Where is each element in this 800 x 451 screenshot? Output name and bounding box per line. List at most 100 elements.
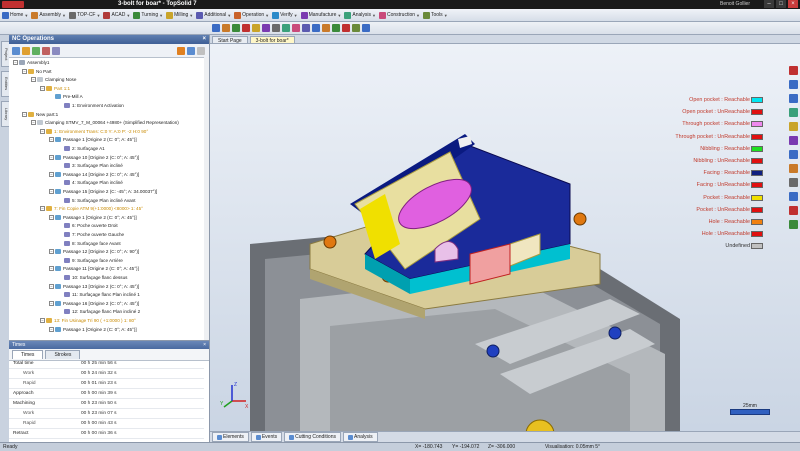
bottom-tab-analysis[interactable]: Analysis (343, 432, 378, 442)
expand-icon[interactable]: − (31, 77, 36, 83)
times-tab-strokes[interactable]: Strokes (45, 350, 81, 359)
menu-milling[interactable]: Milling ▼ (166, 11, 193, 19)
tree-item[interactable]: − Clamping Nose (31, 76, 76, 83)
tree-item[interactable]: 11: Surfaçage flanc Plan incliné 1 (58, 291, 140, 298)
tool-icon[interactable] (22, 46, 30, 55)
expand-icon[interactable]: − (49, 283, 54, 289)
expand-icon[interactable]: − (49, 214, 54, 220)
tree-item[interactable]: − 7: Fin Copie ATM 9(+1:0000) <8000> 1: 4… (40, 205, 143, 212)
expand-icon[interactable]: − (49, 171, 54, 177)
expand-icon[interactable]: − (40, 85, 45, 91)
expand-icon[interactable]: − (49, 154, 54, 160)
highlight-icon[interactable] (177, 46, 185, 55)
close-button[interactable]: × (788, 0, 798, 8)
menu-home[interactable]: Home ▼ (2, 11, 28, 19)
toolbar-icon-5[interactable] (252, 24, 260, 32)
settings-icon[interactable] (187, 46, 195, 55)
toolbar-icon-13[interactable] (332, 24, 340, 32)
menu-manufacture[interactable]: Manufacture ▼ (300, 11, 341, 19)
view-icon-8[interactable] (788, 164, 798, 173)
expand-icon[interactable]: − (49, 249, 54, 255)
maximize-button[interactable]: □ (776, 0, 786, 8)
times-panel-close-icon[interactable]: × (203, 341, 206, 349)
expand-icon[interactable]: − (49, 189, 54, 194)
view-icon-3[interactable] (788, 94, 798, 103)
tree-item[interactable]: 6: Poche ouverte Droit (58, 222, 118, 229)
tree-item[interactable]: 5: Surfaçage Plan incliné Avant (58, 197, 136, 204)
toolbar-icon-9[interactable] (292, 24, 300, 32)
tree-item[interactable]: − Passage 16 [Origine 2 (C: 0°; A: 45°)] (49, 300, 139, 307)
bottom-tab-elements[interactable]: Elements (212, 432, 249, 442)
tree-item[interactable]: − Passage 14 [Origine 2 (C: 0°; A: 45°)] (49, 171, 139, 178)
tree-item[interactable]: 3: Surfaçage Plan incliné (58, 162, 123, 169)
tree-item[interactable]: 8: Surfaçage face Avant (58, 240, 121, 247)
simulate-icon[interactable] (32, 46, 40, 55)
minimize-button[interactable]: – (764, 0, 774, 8)
document-tab[interactable]: Start Page (212, 36, 248, 44)
toolbar-icon-2[interactable] (222, 24, 230, 32)
toolbar-icon-16[interactable] (362, 24, 370, 32)
tree-item[interactable]: − 1: Environment Trans: C:0 Y: A:0 P: -2 … (40, 128, 148, 135)
menu-tools[interactable]: Tools ▼ (423, 11, 448, 19)
expand-icon[interactable]: − (22, 68, 27, 74)
tree-item[interactable]: − Passage 1 [Origine 2 (C: 0°; A: 45°)] (49, 214, 137, 221)
menu-top-cf[interactable]: TOP-CF ▼ (68, 11, 100, 19)
expand-icon[interactable]: − (49, 137, 54, 143)
toolbar-icon-14[interactable] (342, 24, 350, 32)
toolbar-icon-4[interactable] (242, 24, 250, 32)
toolbar-icon-1[interactable] (212, 24, 220, 32)
tree-item[interactable]: 10: Surfaçage flanc dessus (58, 274, 127, 281)
tree-item[interactable]: − Passage 1 [Origine 2 (C: 0°; A: 45°)] (49, 136, 137, 143)
toolbar-icon-12[interactable] (322, 24, 330, 32)
tree-item[interactable]: − Passage 12 [Origine 2 (C: 0°; A: 90°)] (49, 248, 139, 255)
tree-item[interactable]: − Clamping STMV_7_M_00064 +4980+ (Simplif… (31, 119, 179, 126)
view-icon-1[interactable] (788, 66, 798, 75)
refresh-icon[interactable] (12, 46, 20, 55)
expand-icon[interactable]: − (49, 326, 54, 332)
view-icon-6[interactable] (788, 136, 798, 145)
expand-icon[interactable]: − (31, 120, 36, 126)
tree-item[interactable]: − Assembly1 (13, 59, 49, 66)
tree-item[interactable]: 7: Poche ouverte Gauche (58, 231, 124, 238)
toolbar-icon-10[interactable] (302, 24, 310, 32)
toolbar-icon-6[interactable] (262, 24, 270, 32)
menu-turning[interactable]: Turning ▼ (133, 11, 163, 19)
tree-item[interactable]: 12: Surfaçage flanc Plan incliné 2 (58, 308, 140, 315)
3d-viewport[interactable]: Start Page 3-bolt for boar* Open pocket :… (210, 35, 800, 442)
menu-analysis[interactable]: Analysis ▼ (344, 11, 376, 19)
expand-icon[interactable]: − (40, 128, 45, 134)
view-icon-11[interactable] (788, 206, 798, 215)
view-icon-7[interactable] (788, 150, 798, 159)
view-icon-5[interactable] (788, 122, 798, 131)
bottom-tab-events[interactable]: Events (250, 432, 283, 442)
tree-item[interactable]: 2: Surfaçage A1 (58, 145, 105, 152)
toolbar-icon-3[interactable] (232, 24, 240, 32)
tree-item[interactable]: 4: Surfaçage Plan incliné (58, 179, 123, 186)
toolbar-icon-11[interactable] (312, 24, 320, 32)
tree-item[interactable]: − Part 1:1 (40, 85, 70, 92)
tree-item[interactable]: − Passage 10 [Origine 2 (C: 0°; A: 45°)] (49, 154, 139, 161)
nc-panel-close-icon[interactable]: × (202, 35, 206, 44)
expand-icon[interactable]: − (49, 300, 54, 306)
tree-item[interactable]: − 13: Fin Usinage Tri 90 ( +1:0000 ) 1: 8… (40, 317, 136, 324)
expand-icon[interactable]: − (40, 206, 45, 212)
tree-item[interactable]: − Passage 13 [Origine 2 (C: 0°; A: 45°)] (49, 283, 139, 290)
menu-acad[interactable]: ACAD ▼ (103, 11, 130, 19)
document-tab[interactable]: 3-bolt for boar* (249, 36, 295, 44)
expand-icon[interactable]: − (13, 60, 18, 65)
menu-assembly[interactable]: Assembly ▼ (31, 11, 66, 19)
expand-icon[interactable]: − (49, 266, 54, 272)
filter-icon[interactable] (52, 46, 60, 55)
expand-icon[interactable]: − (22, 111, 27, 117)
tree-scrollbar[interactable] (204, 57, 209, 340)
menu-verify[interactable]: Verify ▼ (272, 11, 298, 19)
toolbar-icon-15[interactable] (352, 24, 360, 32)
user-name[interactable]: Benoit Gollier (720, 1, 750, 7)
menu-construction[interactable]: Construction ▼ (378, 11, 420, 19)
tree-item[interactable]: Pre-Mill A (49, 93, 83, 100)
view-icon-2[interactable] (788, 80, 798, 89)
view-icon-4[interactable] (788, 108, 798, 117)
tree-item[interactable]: − Passage 1 [Origine 2 (C: 0°; A: 45°)] (49, 326, 137, 333)
tree-item[interactable]: − Passage 15 [Origine 2 (C: -45°; A: 34.0… (49, 188, 157, 195)
times-tab-times[interactable]: Times (12, 350, 44, 359)
